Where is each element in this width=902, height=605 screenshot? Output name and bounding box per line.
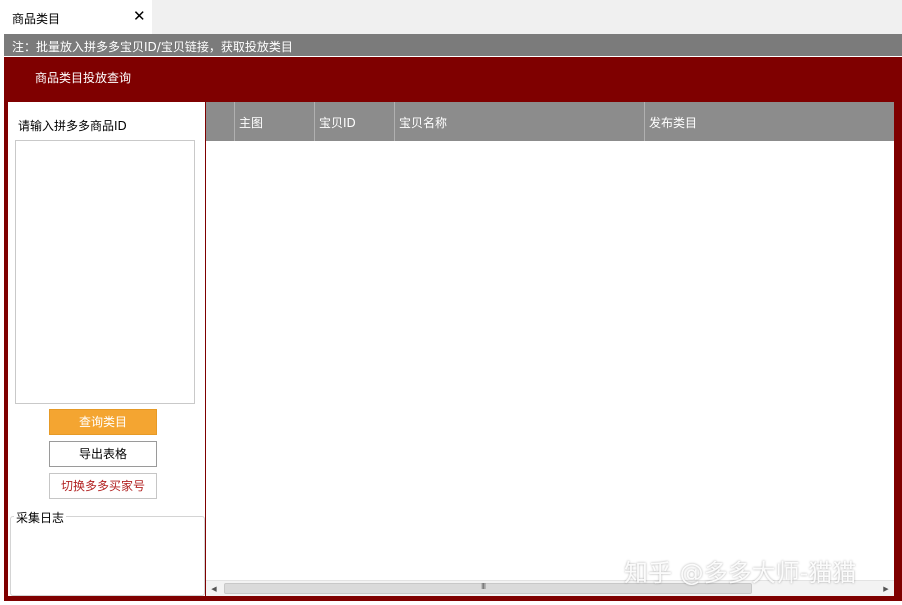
grip-icon: III bbox=[481, 582, 486, 591]
log-label: 采集日志 bbox=[14, 509, 67, 526]
export-table-button[interactable]: 导出表格 bbox=[49, 441, 157, 467]
collection-log[interactable] bbox=[10, 516, 205, 596]
close-icon[interactable]: ✕ bbox=[133, 8, 146, 24]
watermark: 知乎 @多多大师-猫猫 bbox=[624, 559, 857, 587]
column-header-category[interactable]: 发布类目 bbox=[645, 102, 894, 141]
tab-title: 商品类目 bbox=[12, 12, 61, 26]
column-header-rowhead[interactable] bbox=[206, 102, 235, 141]
switch-account-button[interactable]: 切换多多买家号 bbox=[49, 473, 157, 499]
result-table: 主图 宝贝ID 宝贝名称 发布类目 ◀ III ▶ bbox=[206, 102, 894, 596]
panel-title: 商品类目投放查询 bbox=[35, 71, 132, 85]
column-header-thumbnail[interactable]: 主图 bbox=[235, 102, 315, 141]
tab-bar: 商品类目 ✕ bbox=[0, 0, 902, 34]
product-id-textarea[interactable] bbox=[15, 140, 195, 404]
tab-product-category[interactable]: 商品类目 ✕ bbox=[0, 0, 152, 34]
scroll-right-icon[interactable]: ▶ bbox=[878, 581, 894, 597]
column-header-item-name[interactable]: 宝贝名称 bbox=[395, 102, 645, 141]
column-header-item-id[interactable]: 宝贝ID bbox=[315, 102, 395, 141]
left-panel: 请输入拼多多商品ID 查询类目 导出表格 切换多多买家号 采集日志 bbox=[8, 102, 205, 596]
id-input-label: 请输入拼多多商品ID bbox=[18, 119, 127, 133]
notice-bar: 注：批量放入拼多多宝贝ID/宝贝链接，获取投放类目 bbox=[4, 34, 902, 56]
table-header: 主图 宝贝ID 宝贝名称 发布类目 bbox=[206, 102, 894, 141]
query-category-button[interactable]: 查询类目 bbox=[49, 409, 157, 435]
scroll-left-icon[interactable]: ◀ bbox=[206, 581, 222, 597]
